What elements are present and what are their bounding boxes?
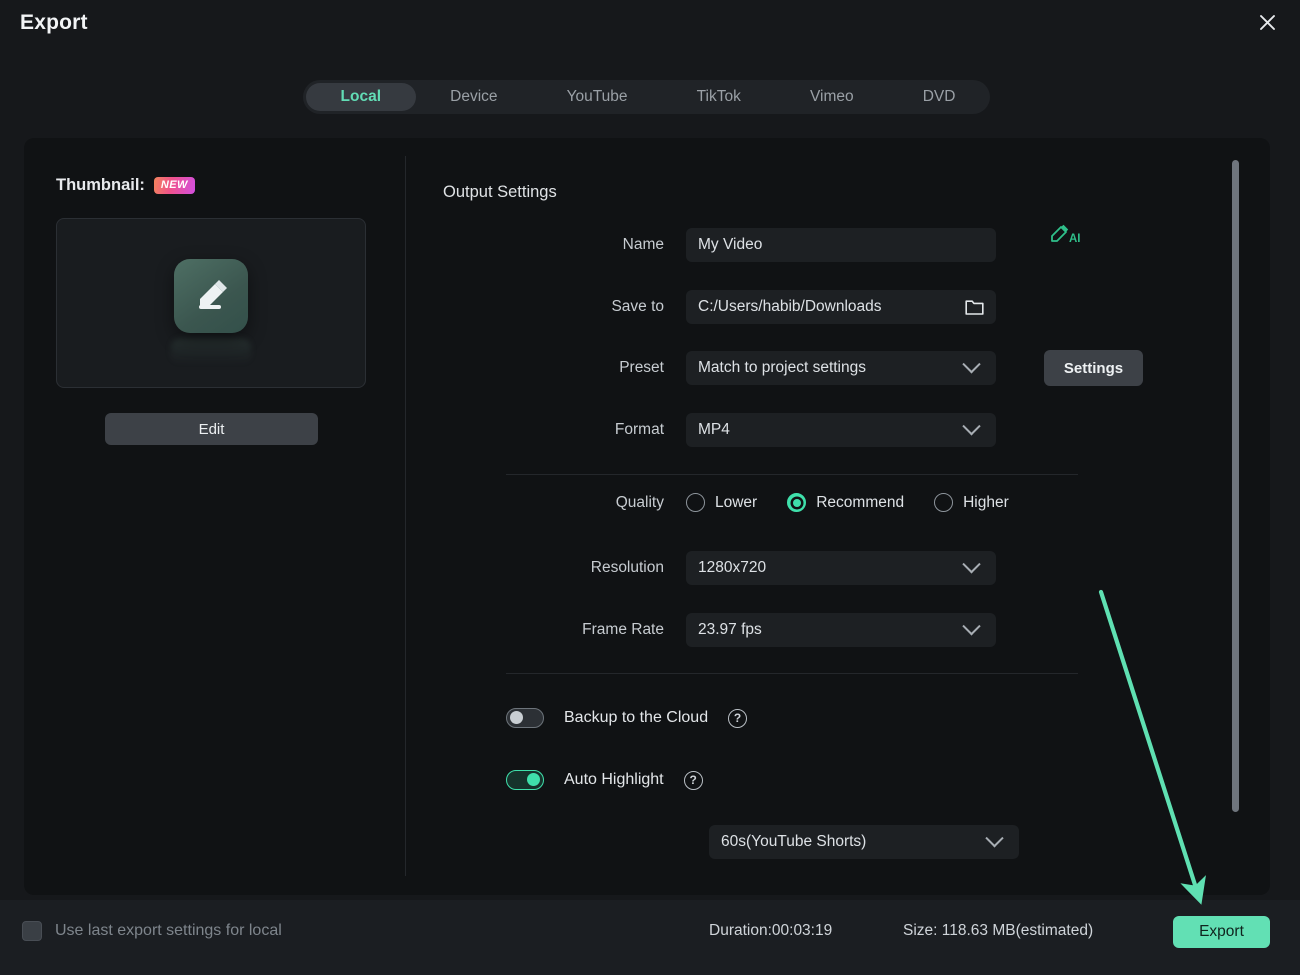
radio-icon (686, 493, 705, 512)
radio-icon (934, 493, 954, 512)
vertical-scrollbar[interactable] (1232, 160, 1239, 812)
quality-row: Quality Lower Recommend Higher (443, 493, 1039, 512)
backup-cloud-help-icon[interactable]: ? (728, 708, 748, 728)
highlight-duration-value: 60s(YouTube Shorts) (721, 833, 867, 850)
quality-label: Quality (615, 493, 664, 511)
tab-tiktok[interactable]: TikTok (662, 83, 775, 111)
thumbnail-reflection (171, 338, 251, 365)
highlight-duration-select[interactable]: 60s(YouTube Shorts) (709, 825, 1019, 859)
auto-highlight-label: Auto Highlight (564, 771, 664, 788)
preset-value: Match to project settings (698, 359, 866, 376)
quality-option-lower[interactable]: Lower (686, 493, 757, 512)
title-bar: Export (0, 0, 1300, 48)
resolution-row: Resolution 1280x720 (443, 551, 996, 585)
export-dialog: Export Local Device YouTube TikTok Vimeo… (0, 0, 1300, 975)
tab-youtube[interactable]: YouTube (532, 83, 662, 111)
frame-rate-row: Frame Rate 23.97 fps (443, 613, 996, 647)
settings-button[interactable]: Settings (1044, 350, 1143, 386)
size-text: Size: 118.63 MB(estimated) (903, 922, 1094, 939)
name-value: My Video (698, 236, 763, 253)
save-to-row: Save to C:/Users/habib/Downloads (443, 290, 996, 324)
quality-option-higher-label: Higher (963, 493, 1009, 511)
format-value: MP4 (698, 421, 730, 438)
toggle-knob (510, 711, 523, 724)
divider-above-quality (506, 474, 1078, 475)
folder-icon[interactable] (965, 299, 984, 316)
divider-above-toggles (506, 673, 1078, 674)
export-content-card: Thumbnail: NEW Edit Output Settings Name (24, 138, 1270, 895)
footer-bar: Use last export settings for local Durat… (0, 900, 1300, 975)
thumbnail-preview[interactable] (56, 218, 366, 388)
auto-highlight-help-icon[interactable]: ? (683, 770, 703, 790)
frame-rate-select[interactable]: 23.97 fps (686, 613, 996, 647)
close-icon[interactable] (1250, 5, 1284, 39)
name-input[interactable]: My Video (686, 228, 996, 262)
export-button[interactable]: Export (1173, 916, 1270, 948)
checkbox-icon (22, 921, 42, 941)
use-last-settings-checkbox[interactable]: Use last export settings for local (22, 921, 282, 941)
use-last-settings-label: Use last export settings for local (55, 922, 282, 939)
quality-option-lower-label: Lower (715, 493, 758, 511)
chevron-down-icon (962, 354, 981, 373)
quality-option-recommend-label: Recommend (816, 493, 905, 511)
name-row: Name My Video (443, 228, 996, 262)
page-title: Export (20, 11, 88, 34)
resolution-label: Resolution (590, 559, 664, 576)
thumbnail-section-label: Thumbnail: NEW (56, 176, 195, 195)
ai-pen-icon[interactable]: AI (1048, 222, 1088, 250)
preset-label: Preset (619, 359, 664, 376)
format-select[interactable]: MP4 (686, 413, 996, 447)
format-row: Format MP4 (443, 413, 996, 447)
auto-highlight-row: Auto Highlight ? (506, 770, 703, 790)
output-settings-title: Output Settings (443, 183, 557, 201)
panel-divider (405, 156, 406, 876)
resolution-value: 1280x720 (698, 559, 767, 576)
quality-option-higher[interactable]: Higher (934, 493, 1009, 512)
save-to-input[interactable]: C:/Users/habib/Downloads (686, 290, 996, 324)
chevron-down-icon (985, 828, 1004, 847)
tab-dvd[interactable]: DVD (888, 83, 990, 111)
pencil-edit-icon (174, 259, 248, 334)
backup-cloud-toggle[interactable] (506, 708, 544, 728)
edit-thumbnail-button[interactable]: Edit (105, 413, 318, 445)
backup-cloud-label: Backup to the Cloud (564, 709, 709, 726)
name-label: Name (622, 236, 664, 253)
auto-highlight-toggle[interactable] (506, 770, 544, 790)
thumbnail-label-text: Thumbnail: (56, 176, 145, 194)
toggle-knob (527, 773, 540, 786)
save-to-label: Save to (611, 298, 664, 315)
svg-text:AI: AI (1069, 233, 1081, 245)
backup-cloud-row: Backup to the Cloud ? (506, 708, 748, 728)
tab-local[interactable]: Local (306, 83, 416, 111)
save-to-value: C:/Users/habib/Downloads (698, 298, 882, 315)
new-badge: NEW (153, 177, 195, 194)
format-label: Format (614, 421, 664, 438)
chevron-down-icon (962, 616, 981, 635)
chevron-down-icon (962, 554, 981, 573)
quality-option-recommend[interactable]: Recommend (787, 493, 904, 512)
frame-rate-label: Frame Rate (582, 621, 664, 638)
tab-vimeo[interactable]: Vimeo (775, 83, 888, 111)
export-target-tabs: Local Device YouTube TikTok Vimeo DVD (303, 80, 990, 114)
preset-select[interactable]: Match to project settings (686, 351, 996, 385)
duration-text: Duration:00:03:19 (709, 922, 833, 939)
chevron-down-icon (962, 416, 981, 435)
frame-rate-value: 23.97 fps (698, 621, 762, 638)
tab-device[interactable]: Device (416, 83, 532, 111)
resolution-select[interactable]: 1280x720 (686, 551, 996, 585)
preset-row: Preset Match to project settings (443, 351, 996, 385)
radio-icon-selected (787, 493, 807, 512)
